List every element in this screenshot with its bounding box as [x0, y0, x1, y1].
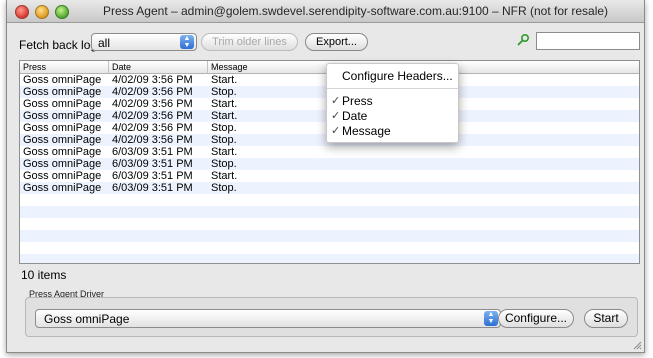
cell-message: Start.: [211, 110, 238, 122]
minimize-window-button[interactable]: [35, 5, 49, 19]
cell-message: Stop.: [211, 134, 237, 146]
select-stepper-icon: ▲ ▼: [484, 311, 498, 326]
empty-row: [20, 242, 639, 254]
cell-press: Goss omniPage: [23, 98, 102, 110]
cell-message: Start.: [211, 146, 238, 158]
menu-divider: [327, 88, 458, 89]
empty-row: [20, 218, 639, 230]
cell-date: 4/02/09 3:56 PM: [112, 134, 193, 146]
cell-date: 4/02/09 3:56 PM: [112, 122, 193, 134]
table-row[interactable]: Goss omniPage 6/03/09 3:51 PM Start.: [20, 146, 639, 158]
cell-press: Goss omniPage: [23, 86, 102, 98]
cell-press: Goss omniPage: [23, 158, 102, 170]
cell-press: Goss omniPage: [23, 170, 102, 182]
cell-date: 4/02/09 3:56 PM: [112, 110, 193, 122]
select-stepper-icon: ▲ ▼: [180, 35, 194, 49]
cell-message: Stop.: [211, 122, 237, 134]
fetch-back-log-value: all: [98, 36, 111, 50]
cell-date: 6/03/09 3:51 PM: [112, 170, 193, 182]
column-header-press[interactable]: Press: [23, 62, 46, 72]
search-icon: [517, 33, 530, 46]
column-header-context-menu: Configure Headers... ✓ Press ✓ Date ✓ Message: [326, 63, 459, 143]
close-window-button[interactable]: [15, 5, 29, 19]
export-button[interactable]: Export...: [305, 33, 368, 51]
table-row[interactable]: Goss omniPage 6/03/09 3:51 PM Stop.: [20, 158, 639, 170]
trim-older-lines-button[interactable]: Trim older lines: [201, 33, 298, 51]
empty-row: [20, 230, 639, 242]
column-header-date[interactable]: Date: [112, 62, 131, 72]
menu-item-label: Message: [342, 124, 391, 138]
fetch-back-log-label: Fetch back log:: [19, 38, 101, 52]
checkmark-icon: ✓: [331, 110, 341, 122]
start-button[interactable]: Start: [584, 309, 628, 328]
empty-row: [20, 254, 639, 263]
cell-message: Start.: [211, 74, 238, 86]
empty-row: [20, 194, 639, 206]
cell-message: Stop.: [211, 182, 237, 194]
fetch-back-log-select[interactable]: all ▲ ▼: [91, 33, 197, 51]
cell-press: Goss omniPage: [23, 134, 102, 146]
cell-press: Goss omniPage: [23, 74, 102, 86]
table-row[interactable]: Goss omniPage 6/03/09 3:51 PM Stop.: [20, 182, 639, 194]
checkmark-icon: ✓: [331, 95, 341, 107]
cell-message: Start.: [211, 98, 238, 110]
table-row[interactable]: Goss omniPage 6/03/09 3:51 PM Start.: [20, 170, 639, 182]
cell-date: 6/03/09 3:51 PM: [112, 182, 193, 194]
column-header-message[interactable]: Message: [211, 62, 248, 72]
menu-item-label: Date: [342, 109, 368, 123]
menu-item-label: Configure Headers...: [342, 69, 453, 83]
driver-select-value: Goss omniPage: [44, 312, 130, 326]
cell-date: 4/02/09 3:56 PM: [112, 86, 193, 98]
search-input[interactable]: [536, 32, 640, 50]
cell-press: Goss omniPage: [23, 146, 102, 158]
cell-press: Goss omniPage: [23, 110, 102, 122]
configure-button[interactable]: Configure...: [498, 309, 574, 328]
checkmark-icon: ✓: [331, 125, 341, 137]
items-count: 10 items: [21, 268, 67, 282]
zoom-window-button[interactable]: [55, 5, 69, 19]
cell-press: Goss omniPage: [23, 182, 102, 194]
cell-message: Start.: [211, 170, 238, 182]
cell-message: Stop.: [211, 158, 237, 170]
resize-grip-icon[interactable]: [632, 340, 642, 350]
column-separator[interactable]: [207, 61, 208, 73]
column-separator[interactable]: [108, 61, 109, 73]
cell-press: Goss omniPage: [23, 122, 102, 134]
cell-date: 6/03/09 3:51 PM: [112, 146, 193, 158]
empty-row: [20, 206, 639, 218]
menu-item-label: Press: [342, 94, 373, 108]
title-bar[interactable]: Press Agent – admin@golem.swdevel.serend…: [7, 0, 644, 23]
press-agent-window: Press Agent – admin@golem.swdevel.serend…: [6, 0, 645, 353]
cell-date: 4/02/09 3:56 PM: [112, 98, 193, 110]
window-title: Press Agent – admin@golem.swdevel.serend…: [102, 4, 609, 18]
cell-date: 6/03/09 3:51 PM: [112, 158, 193, 170]
cell-date: 4/02/09 3:56 PM: [112, 74, 193, 86]
driver-select[interactable]: Goss omniPage ▲ ▼: [35, 309, 501, 328]
cell-message: Stop.: [211, 86, 237, 98]
